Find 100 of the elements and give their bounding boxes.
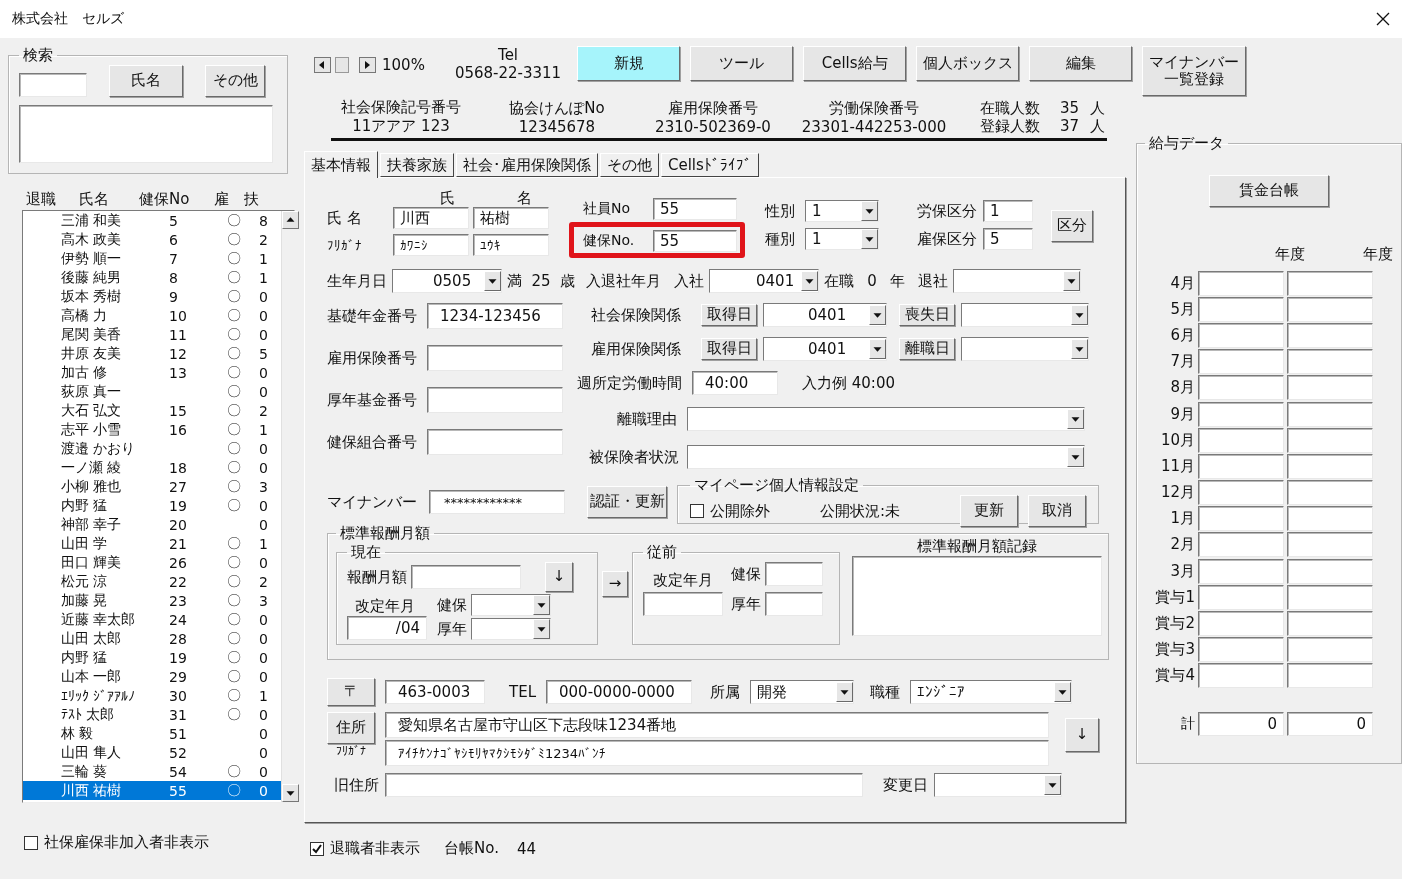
text-field[interactable] [385, 773, 863, 797]
text-field[interactable] [1287, 375, 1373, 401]
button[interactable]: 認証・更新 [587, 486, 667, 518]
list-row[interactable]: 伊勢 順一 7 〇 1 [23, 249, 281, 268]
text-field[interactable] [1198, 296, 1284, 322]
list-field[interactable] [852, 556, 1102, 636]
list-row[interactable]: 坂本 秀樹 9 〇 0 [23, 287, 281, 306]
tab[interactable]: 社会･雇用保険関係 [456, 153, 598, 177]
scrollbar[interactable] [281, 211, 299, 802]
text-field[interactable] [427, 345, 563, 371]
text-field[interactable] [1287, 296, 1373, 322]
button[interactable]: 〒 [327, 678, 375, 706]
list-row[interactable]: 川西 祐樹 55 〇 0 [23, 781, 281, 800]
text-field[interactable]: 0 [1287, 712, 1373, 736]
text-field[interactable]: ｱｲﾁｹﾝﾅｺﾞﾔｼﾓﾘﾔﾏｸｼﾓｼﾀﾞﾐ1234ﾊﾞﾝﾁ [385, 740, 1049, 766]
text-field[interactable] [1198, 349, 1284, 375]
button[interactable]: 区分 [1051, 210, 1093, 242]
button[interactable]: 編集 [1029, 46, 1133, 81]
text-field[interactable]: 000-0000-0000 [546, 680, 692, 704]
button[interactable]: 氏名 [109, 65, 183, 97]
list-row[interactable]: 井原 友美 12 〇 5 [23, 344, 281, 363]
text-area[interactable] [19, 105, 273, 163]
button[interactable]: Cells給与 [803, 46, 907, 81]
text-field[interactable] [1198, 375, 1284, 401]
dropdown-field[interactable]: 0401 [709, 269, 819, 293]
dropdown-field[interactable]: 0401 [763, 337, 887, 361]
list-row[interactable]: ｴﾘｯｸ ｼﾞｱｱﾙﾉ 30 〇 1 [23, 686, 281, 705]
dropdown-field[interactable] [687, 407, 1085, 431]
list-row[interactable]: 渡邉 かおり 〇 0 [23, 439, 281, 458]
text-field[interactable] [1287, 584, 1373, 610]
text-field[interactable] [1198, 637, 1284, 663]
dropdown-field[interactable] [953, 269, 1081, 293]
dropdown-field[interactable] [471, 594, 551, 616]
text-field[interactable] [765, 562, 823, 586]
list-row[interactable]: ﾃｽﾄ 太郎 31 〇 0 [23, 705, 281, 724]
checkbox[interactable] [24, 835, 38, 850]
close-icon[interactable] [1376, 12, 1390, 26]
text-field[interactable] [1287, 506, 1373, 532]
text-field[interactable] [1198, 427, 1284, 453]
text-field[interactable] [765, 592, 823, 616]
list-row[interactable]: 田口 輝美 26 〇 0 [23, 553, 281, 572]
dropdown-field[interactable] [471, 618, 551, 640]
text-field[interactable] [1287, 532, 1373, 558]
button[interactable]: 取消 [1028, 495, 1086, 527]
button[interactable]: 賃金台帳 [1209, 175, 1329, 207]
button[interactable]: 離職日 [899, 338, 955, 360]
text-field[interactable]: 55 [653, 230, 737, 252]
button[interactable]: 喪失日 [899, 304, 955, 326]
text-field[interactable]: 55 [653, 198, 737, 220]
text-field[interactable] [19, 73, 87, 97]
text-field[interactable]: 463-0003 [385, 680, 485, 704]
tab[interactable]: 扶養家族 [380, 153, 454, 177]
button[interactable]: 更新 [960, 495, 1018, 527]
list-row[interactable]: 志平 小雪 16 〇 1 [23, 420, 281, 439]
text-field[interactable] [1198, 401, 1284, 427]
text-field[interactable] [427, 429, 563, 455]
dropdown-field[interactable]: 1 [805, 200, 879, 222]
text-field[interactable] [1287, 611, 1373, 637]
tab[interactable]: 基本情報 [304, 151, 378, 178]
dropdown-field[interactable] [961, 337, 1089, 361]
text-field[interactable] [1287, 453, 1373, 479]
dropdown-field[interactable] [961, 303, 1089, 327]
text-field[interactable]: 0 [1198, 712, 1284, 736]
text-field[interactable] [1287, 663, 1373, 689]
text-field[interactable] [1198, 480, 1284, 506]
list-row[interactable]: 三浦 和美 5 〇 8 [23, 211, 281, 230]
button[interactable]: ツール [690, 46, 794, 81]
button[interactable]: ↓ [545, 562, 573, 592]
text-field[interactable]: ｶﾜﾆｼ [393, 234, 469, 256]
button[interactable]: → [602, 571, 628, 597]
list-row[interactable]: 山田 太郎 28 〇 0 [23, 629, 281, 648]
button[interactable]: 個人ボックス [916, 46, 1020, 81]
text-field[interactable] [1198, 322, 1284, 348]
text-field[interactable]: 40:00 [692, 371, 778, 395]
list-row[interactable]: 後藤 純男 8 〇 1 [23, 268, 281, 287]
text-field[interactable]: 愛知県名古屋市守山区下志段味1234番地 [385, 712, 1049, 738]
list-row[interactable]: 林 毅 51 0 [23, 724, 281, 743]
list-row[interactable]: 神部 幸子 20 0 [23, 515, 281, 534]
list-row[interactable]: 大石 弘文 15 〇 2 [23, 401, 281, 420]
list-row[interactable]: 高橋 力 10 〇 0 [23, 306, 281, 325]
list-row[interactable]: 三輪 葵 54 〇 0 [23, 762, 281, 781]
text-field[interactable] [1198, 558, 1284, 584]
list-row[interactable]: 山本 一郎 29 〇 0 [23, 667, 281, 686]
text-field[interactable] [1198, 453, 1284, 479]
checkbox[interactable] [310, 841, 324, 856]
list-row[interactable]: 加古 修 13 〇 0 [23, 363, 281, 382]
button[interactable]: 新規 [577, 46, 681, 81]
text-field[interactable] [1198, 663, 1284, 689]
text-field[interactable] [427, 387, 563, 413]
button[interactable]: マイナンバー一覧登録 [1142, 46, 1247, 96]
text-field[interactable] [643, 592, 723, 616]
dropdown-field[interactable]: 0401 [763, 303, 887, 327]
text-field[interactable]: /04 [347, 616, 427, 640]
text-field[interactable] [1198, 506, 1284, 532]
text-field[interactable] [1287, 349, 1373, 375]
dropdown-field[interactable] [934, 773, 1062, 797]
button[interactable]: ↓ [1065, 718, 1099, 752]
text-field[interactable] [1198, 270, 1284, 296]
text-field[interactable] [1198, 532, 1284, 558]
zoom-scrollbar[interactable] [314, 57, 376, 73]
